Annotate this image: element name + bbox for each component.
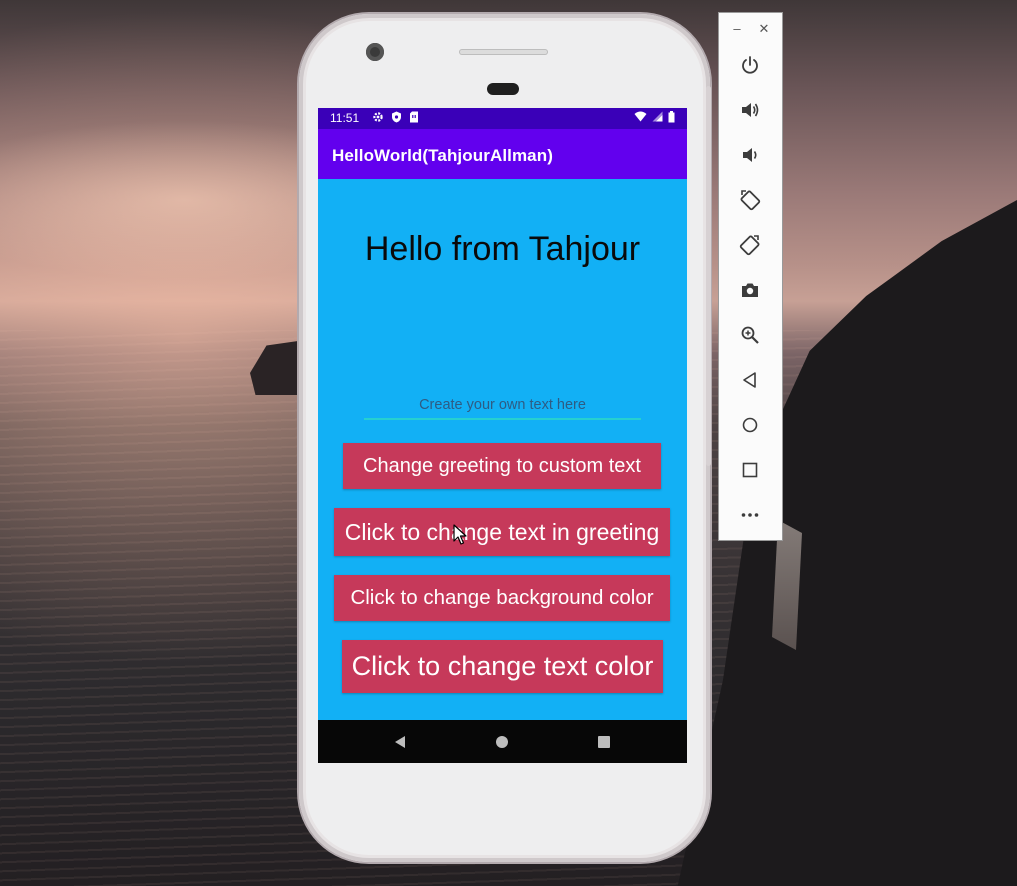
- change-background-color-button[interactable]: Click to change background color: [334, 575, 670, 621]
- nav-back-button[interactable]: [390, 732, 410, 752]
- toolbar-home-button[interactable]: [739, 414, 761, 436]
- phone-side-button[interactable]: [706, 86, 711, 466]
- settings-icon: [373, 112, 383, 122]
- volume-up-button[interactable]: [739, 99, 761, 121]
- zoom-icon: [741, 326, 759, 344]
- back-icon: [743, 372, 756, 388]
- toolbar-overview-button[interactable]: [739, 459, 761, 481]
- toolbar-window-controls: – ✕: [719, 13, 782, 47]
- overview-icon: [742, 462, 758, 478]
- emulator-toolbar: – ✕: [718, 12, 783, 541]
- change-text-button[interactable]: Click to change text in greeting: [334, 508, 670, 556]
- minimize-icon[interactable]: –: [730, 22, 744, 36]
- mouse-cursor-icon: [453, 524, 467, 545]
- wifi-icon: [634, 111, 647, 122]
- navigation-bar: [318, 720, 687, 763]
- earpiece-speaker: [459, 49, 548, 55]
- home-icon: [496, 736, 508, 748]
- status-left-icons: [372, 111, 419, 123]
- status-bar: 11:51: [318, 108, 687, 129]
- app-title: HelloWorld(TahjourAllman): [332, 146, 553, 165]
- proximity-sensor: [487, 83, 519, 95]
- shield-icon: [392, 111, 401, 123]
- toolbar-back-button[interactable]: [739, 369, 761, 391]
- more-icon: [741, 513, 759, 517]
- back-icon: [395, 736, 405, 748]
- nav-recents-button[interactable]: [594, 732, 614, 752]
- close-icon[interactable]: ✕: [757, 22, 771, 36]
- signal-icon: [652, 111, 663, 122]
- greeting-text: Hello from Tahjour: [364, 230, 641, 268]
- recents-icon: [598, 736, 610, 748]
- sim-card-icon: [410, 111, 418, 123]
- custom-text-input[interactable]: [364, 394, 641, 416]
- rotate-right-icon: [739, 235, 760, 256]
- more-button[interactable]: [739, 504, 761, 526]
- zoom-button[interactable]: [739, 324, 761, 346]
- rotate-left-icon: [740, 190, 761, 211]
- volume-up-icon: [742, 103, 759, 117]
- app-bar: HelloWorld(TahjourAllman): [318, 129, 687, 179]
- battery-icon: [668, 111, 675, 123]
- power-icon: [742, 56, 758, 74]
- front-camera-icon: [366, 43, 384, 61]
- change-text-color-button[interactable]: Click to change text color: [342, 640, 663, 693]
- change-greeting-custom-button[interactable]: Change greeting to custom text: [343, 443, 661, 489]
- custom-text-field-container: [364, 394, 641, 420]
- nav-home-button[interactable]: [492, 732, 512, 752]
- home-icon: [742, 417, 758, 433]
- status-time: 11:51: [330, 111, 360, 125]
- camera-icon: [742, 283, 758, 297]
- device-screen: 11:51 HelloWorld(TahjourAllman) Hello fr…: [318, 108, 687, 763]
- volume-down-icon: [743, 148, 757, 162]
- volume-down-button[interactable]: [739, 144, 761, 166]
- status-right-icons: [634, 111, 675, 123]
- rotate-left-button[interactable]: [739, 189, 761, 211]
- power-button[interactable]: [739, 54, 761, 76]
- screenshot-button[interactable]: [739, 279, 761, 301]
- rotate-right-button[interactable]: [739, 234, 761, 256]
